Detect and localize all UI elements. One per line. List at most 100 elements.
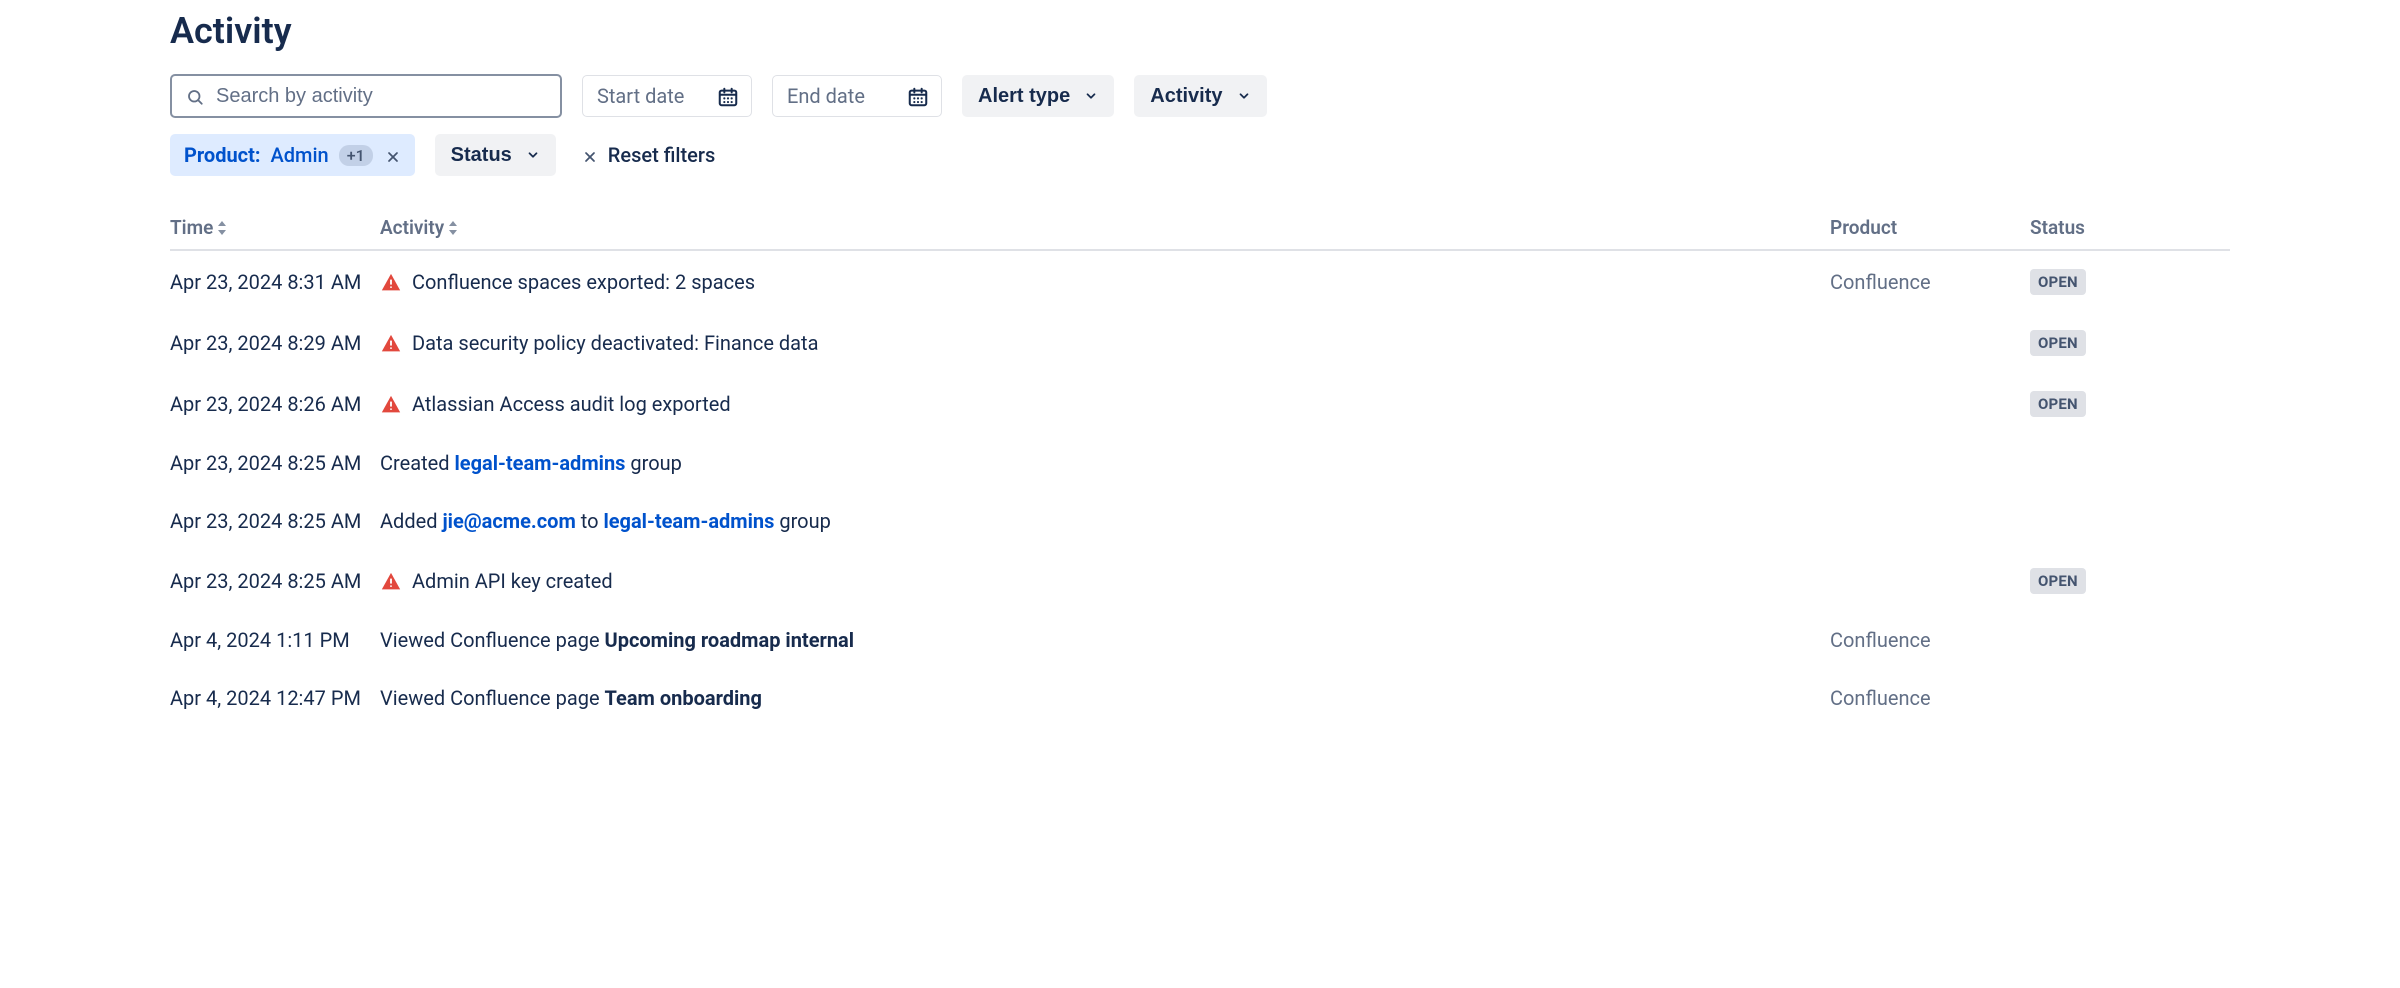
cell-time: Apr 23, 2024 8:29 AM (170, 331, 380, 355)
cell-activity: Data security policy deactivated: Financ… (380, 330, 1830, 355)
reset-filters-label: Reset filters (608, 143, 715, 167)
activity-text-segment: group (625, 451, 681, 475)
alert-type-label: Alert type (978, 85, 1070, 108)
controls-row-1: Start date End date Alert type Activity (170, 74, 2230, 118)
status-badge: OPEN (2030, 568, 2086, 594)
column-header-status-label: Status (2030, 216, 2085, 239)
column-header-time[interactable]: Time (170, 216, 380, 239)
activity-text-segment: Viewed Confluence page (380, 686, 605, 710)
alert-type-dropdown[interactable]: Alert type (962, 75, 1114, 117)
sort-icon (448, 221, 458, 235)
start-date-input[interactable]: Start date (582, 75, 752, 117)
column-header-activity-label: Activity (380, 216, 444, 239)
alert-triangle-icon (380, 269, 402, 294)
activity-text: Viewed Confluence page Team onboarding (380, 686, 762, 710)
table-row[interactable]: Apr 23, 2024 8:25 AM Admin API key create… (170, 550, 2230, 611)
cell-time: Apr 23, 2024 8:26 AM (170, 392, 380, 416)
activity-text-segment: to (576, 509, 604, 533)
status-badge: OPEN (2030, 391, 2086, 417)
column-header-time-label: Time (170, 216, 213, 239)
activity-dropdown[interactable]: Activity (1134, 75, 1266, 117)
activity-text-segment: Atlassian Access audit log exported (412, 392, 731, 416)
sort-icon (217, 221, 227, 235)
table-row[interactable]: Apr 23, 2024 8:26 AM Atlassian Access aud… (170, 373, 2230, 434)
activity-text-segment: Viewed Confluence page (380, 628, 605, 652)
close-icon (582, 143, 598, 167)
activity-link[interactable]: jie@acme.com (442, 509, 575, 533)
cell-activity: Atlassian Access audit log exported (380, 391, 1830, 416)
status-badge: OPEN (2030, 269, 2086, 295)
search-icon (186, 86, 204, 106)
search-input-wrapper[interactable] (170, 74, 562, 118)
column-header-status[interactable]: Status (2030, 216, 2230, 239)
cell-status: OPEN (2030, 567, 2230, 594)
activity-text-segment: Created (380, 451, 454, 475)
activity-label: Activity (1150, 85, 1222, 108)
product-filter-chip[interactable]: Product: Admin +1 (170, 134, 415, 176)
activity-text: Created legal-team-admins group (380, 451, 682, 475)
cell-activity: Added jie@acme.com to legal-team-admins … (380, 509, 1830, 533)
table-header: Time Activity Product Status (170, 208, 2230, 251)
activity-bold-text: Upcoming roadmap internal (605, 628, 855, 652)
controls-row-2: Product: Admin +1 Status Reset filters (170, 134, 2230, 176)
activity-text: Added jie@acme.com to legal-team-admins … (380, 509, 831, 533)
end-date-placeholder: End date (787, 84, 865, 108)
close-icon[interactable] (385, 143, 401, 167)
table-row[interactable]: Apr 4, 2024 12:47 PMViewed Confluence pa… (170, 669, 2230, 727)
cell-time: Apr 4, 2024 12:47 PM (170, 686, 380, 710)
cell-product: Confluence (1830, 270, 2030, 294)
cell-activity: Admin API key created (380, 568, 1830, 593)
product-filter-value: Admin (271, 143, 329, 167)
activity-text-segment: group (774, 509, 830, 533)
activity-text-segment: Confluence spaces exported: 2 spaces (412, 270, 755, 294)
chevron-down-icon (526, 144, 540, 167)
cell-activity: Viewed Confluence page Team onboarding (380, 686, 1830, 710)
cell-time: Apr 23, 2024 8:25 AM (170, 569, 380, 593)
table-row[interactable]: Apr 23, 2024 8:25 AMCreated legal-team-a… (170, 434, 2230, 492)
page-title: Activity (170, 10, 2230, 52)
cell-product: Confluence (1830, 686, 2030, 710)
cell-activity: Viewed Confluence page Upcoming roadmap … (380, 628, 1830, 652)
cell-status: OPEN (2030, 390, 2230, 417)
activity-text: Viewed Confluence page Upcoming roadmap … (380, 628, 854, 652)
activity-table: Time Activity Product Status Apr 23, 202… (170, 208, 2230, 727)
cell-activity: Created legal-team-admins group (380, 451, 1830, 475)
activity-text-segment: Admin API key created (412, 569, 613, 593)
alert-triangle-icon (380, 391, 402, 416)
activity-text-segment: Added (380, 509, 442, 533)
activity-text-segment: Data security policy deactivated: Financ… (412, 331, 818, 355)
status-badge: OPEN (2030, 330, 2086, 356)
alert-triangle-icon (380, 330, 402, 355)
column-header-activity[interactable]: Activity (380, 216, 1830, 239)
product-filter-label: Product: (184, 143, 261, 167)
cell-time: Apr 23, 2024 8:25 AM (170, 509, 380, 533)
calendar-icon (907, 84, 929, 109)
cell-time: Apr 23, 2024 8:31 AM (170, 270, 380, 294)
status-dropdown[interactable]: Status (435, 134, 556, 176)
cell-activity: Confluence spaces exported: 2 spaces (380, 269, 1830, 294)
search-input[interactable] (214, 84, 546, 109)
activity-bold-text: Team onboarding (605, 686, 762, 710)
reset-filters-button[interactable]: Reset filters (576, 134, 721, 176)
chevron-down-icon (1237, 85, 1251, 108)
table-row[interactable]: Apr 23, 2024 8:29 AM Data security policy… (170, 312, 2230, 373)
cell-status: OPEN (2030, 329, 2230, 356)
activity-text: Admin API key created (412, 569, 613, 593)
column-header-product-label: Product (1830, 216, 1897, 239)
activity-text: Atlassian Access audit log exported (412, 392, 731, 416)
column-header-product[interactable]: Product (1830, 216, 2030, 239)
table-row[interactable]: Apr 4, 2024 1:11 PMViewed Confluence pag… (170, 611, 2230, 669)
chevron-down-icon (1084, 85, 1098, 108)
activity-link[interactable]: legal-team-admins (454, 451, 625, 475)
activity-text: Confluence spaces exported: 2 spaces (412, 270, 755, 294)
calendar-icon (717, 84, 739, 109)
end-date-input[interactable]: End date (772, 75, 942, 117)
table-row[interactable]: Apr 23, 2024 8:25 AMAdded jie@acme.com t… (170, 492, 2230, 550)
activity-link[interactable]: legal-team-admins (603, 509, 774, 533)
cell-time: Apr 4, 2024 1:11 PM (170, 628, 380, 652)
alert-triangle-icon (380, 568, 402, 593)
status-label: Status (451, 144, 512, 167)
start-date-placeholder: Start date (597, 84, 684, 108)
activity-text: Data security policy deactivated: Financ… (412, 331, 818, 355)
table-row[interactable]: Apr 23, 2024 8:31 AM Confluence spaces ex… (170, 251, 2230, 312)
